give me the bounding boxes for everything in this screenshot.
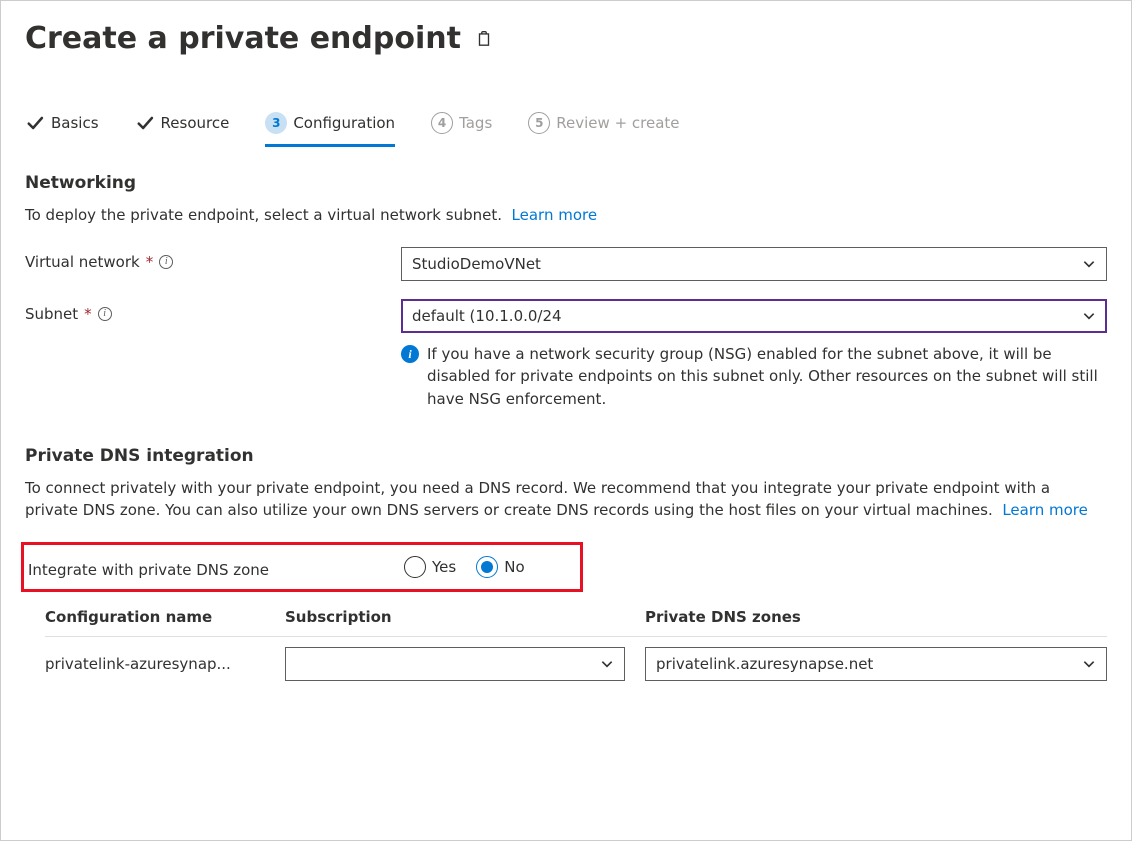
- integrate-dns-row: Integrate with private DNS zone Yes No: [21, 542, 583, 592]
- radio-icon: [476, 556, 498, 578]
- tab-label: Review + create: [556, 114, 679, 132]
- nsg-info-note: i If you have a network security group (…: [401, 343, 1107, 411]
- subnet-label: Subnet * i: [25, 299, 401, 323]
- radio-icon: [404, 556, 426, 578]
- vnet-label: Virtual network * i: [25, 247, 401, 271]
- column-config-name: Configuration name: [45, 608, 285, 626]
- subnet-value: default (10.1.0.0/24: [412, 307, 562, 325]
- info-icon[interactable]: i: [98, 307, 112, 321]
- learn-more-link[interactable]: Learn more: [1002, 501, 1088, 519]
- chevron-down-icon: [600, 657, 614, 671]
- radio-no[interactable]: No: [476, 556, 524, 578]
- learn-more-link[interactable]: Learn more: [512, 206, 598, 224]
- chevron-down-icon: [1082, 257, 1096, 271]
- vnet-select[interactable]: StudioDemoVNet: [401, 247, 1107, 281]
- tab-configuration[interactable]: 3 Configuration: [265, 112, 395, 147]
- page-title: Create a private endpoint: [25, 21, 461, 56]
- integrate-dns-label: Integrate with private DNS zone: [24, 555, 404, 579]
- wizard-tabs: Basics Resource 3 Configuration 4 Tags 5…: [25, 112, 1107, 147]
- step-number: 4: [431, 112, 453, 134]
- required-asterisk: *: [84, 305, 92, 323]
- tab-label: Basics: [51, 114, 99, 132]
- required-asterisk: *: [146, 253, 154, 271]
- vnet-value: StudioDemoVNet: [412, 255, 541, 273]
- subscription-select[interactable]: [285, 647, 625, 681]
- networking-desc: To deploy the private endpoint, select a…: [25, 205, 1107, 227]
- tab-resource[interactable]: Resource: [135, 112, 230, 147]
- radio-yes[interactable]: Yes: [404, 556, 456, 578]
- private-dns-zone-select[interactable]: privatelink.azuresynapse.net: [645, 647, 1107, 681]
- tab-label: Configuration: [293, 114, 395, 132]
- column-private-dns-zones: Private DNS zones: [645, 608, 1107, 626]
- private-dns-zone-value: privatelink.azuresynapse.net: [656, 655, 873, 673]
- tab-basics[interactable]: Basics: [25, 112, 99, 147]
- networking-heading: Networking: [25, 173, 1107, 193]
- info-icon[interactable]: i: [159, 255, 173, 269]
- check-icon: [135, 113, 155, 133]
- clipboard-icon[interactable]: [475, 30, 493, 48]
- chevron-down-icon: [1082, 309, 1096, 323]
- subnet-select[interactable]: default (10.1.0.0/24: [401, 299, 1107, 333]
- info-icon: i: [401, 345, 419, 363]
- tab-label: Resource: [161, 114, 230, 132]
- dns-heading: Private DNS integration: [25, 446, 1107, 466]
- chevron-down-icon: [1082, 657, 1096, 671]
- step-number: 5: [528, 112, 550, 134]
- config-name-value: privatelink-azuresynap...: [45, 655, 285, 673]
- tab-label: Tags: [459, 114, 492, 132]
- step-number: 3: [265, 112, 287, 134]
- dns-desc: To connect privately with your private e…: [25, 478, 1107, 522]
- check-icon: [25, 113, 45, 133]
- tab-tags[interactable]: 4 Tags: [431, 112, 492, 147]
- tab-review-create[interactable]: 5 Review + create: [528, 112, 679, 147]
- column-subscription: Subscription: [285, 608, 645, 626]
- table-row: privatelink-azuresynap... privatelink.az…: [45, 647, 1107, 681]
- dns-config-table: Configuration name Subscription Private …: [45, 608, 1107, 681]
